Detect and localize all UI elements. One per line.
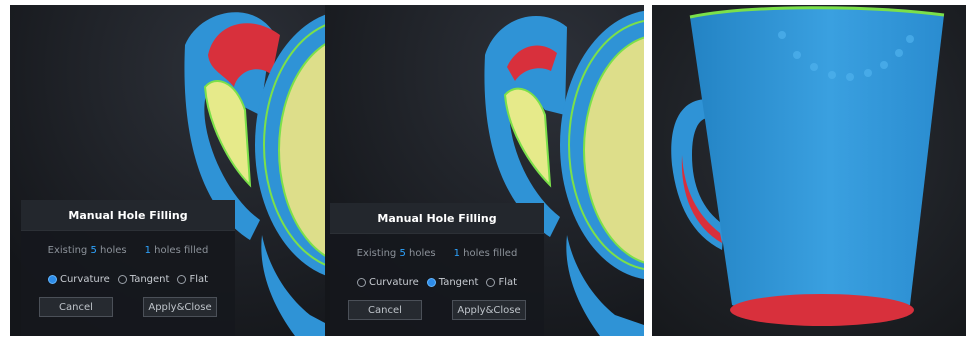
radio-icon[interactable]	[486, 278, 496, 287]
mode-curvature[interactable]: Curvature	[47, 274, 110, 285]
viewport-panel-3[interactable]	[652, 5, 966, 336]
fill-mode-options: Curvature Tangent Flat	[330, 277, 544, 288]
hole-filling-dialog: Manual Hole Filling Existing 5 holes 1 h…	[21, 200, 235, 336]
viewport-panel-1[interactable]: Manual Hole Filling Existing 5 holes 1 h…	[10, 5, 325, 336]
filled-suffix: holes filled	[151, 245, 209, 256]
fill-mode-options: Curvature Tangent Flat	[21, 274, 235, 285]
existing-suffix: holes	[405, 248, 436, 259]
radio-selected-icon[interactable]	[47, 275, 57, 284]
filled-holes-text: 1 holes filled	[454, 248, 518, 259]
mode-label: Flat	[498, 277, 518, 288]
apply-close-button[interactable]: Apply&Close	[452, 300, 526, 320]
hole-filling-dialog: Manual Hole Filling Existing 5 holes 1 h…	[330, 203, 544, 336]
mode-flat[interactable]: Flat	[177, 274, 208, 285]
hole-stats: Existing 5 holes 1 holes filled	[21, 245, 235, 256]
dialog-buttons: Cancel Apply&Close	[21, 297, 235, 317]
existing-prefix: Existing	[356, 248, 400, 259]
existing-holes-text: Existing 5 holes	[357, 248, 436, 259]
filled-holes-text: 1 holes filled	[145, 245, 209, 256]
dialog-title: Manual Hole Filling	[377, 211, 497, 225]
radio-selected-icon[interactable]	[426, 278, 436, 287]
viewport-panel-2[interactable]: Manual Hole Filling Existing 5 holes 1 h…	[325, 5, 644, 336]
hole-stats: Existing 5 holes 1 holes filled	[330, 248, 544, 259]
radio-icon[interactable]	[117, 275, 127, 284]
existing-holes-text: Existing 5 holes	[48, 245, 127, 256]
dialog-header: Manual Hole Filling	[330, 203, 544, 234]
mode-label: Tangent	[438, 277, 479, 288]
mode-tangent[interactable]: Tangent	[426, 277, 479, 288]
mode-tangent[interactable]: Tangent	[117, 274, 170, 285]
mode-flat[interactable]: Flat	[486, 277, 517, 288]
dialog-title: Manual Hole Filling	[68, 208, 188, 222]
apply-close-button[interactable]: Apply&Close	[143, 297, 217, 317]
cancel-button[interactable]: Cancel	[39, 297, 113, 317]
mode-label: Flat	[189, 274, 209, 285]
mode-curvature[interactable]: Curvature	[356, 277, 419, 288]
cancel-button[interactable]: Cancel	[348, 300, 422, 320]
mesh-view-3	[652, 5, 966, 336]
radio-icon[interactable]	[356, 278, 366, 287]
radio-icon[interactable]	[177, 275, 187, 284]
dialog-buttons: Cancel Apply&Close	[330, 300, 544, 320]
dialog-header: Manual Hole Filling	[21, 200, 235, 231]
existing-prefix: Existing	[47, 245, 91, 256]
mode-label: Tangent	[129, 274, 170, 285]
mode-label: Curvature	[368, 277, 419, 288]
existing-suffix: holes	[96, 245, 127, 256]
mode-label: Curvature	[59, 274, 110, 285]
filled-suffix: holes filled	[460, 248, 518, 259]
